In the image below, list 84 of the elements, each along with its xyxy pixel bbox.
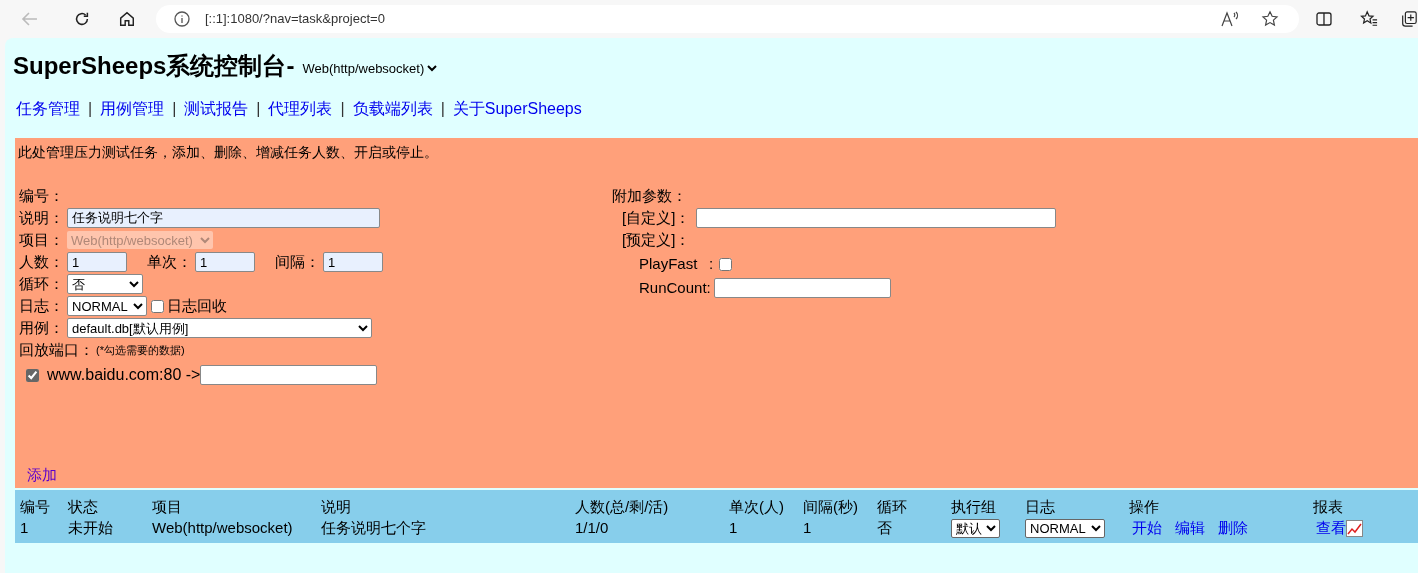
field-label: 人数： (19, 251, 65, 272)
column-header: 人数(总/剩/活) (575, 497, 670, 517)
address-text: [::1]:1080/?nav=task&project=0 (204, 10, 385, 29)
favorites-icon[interactable] (1360, 10, 1378, 28)
action-link[interactable]: 开始 (1132, 516, 1162, 540)
nav-link[interactable]: 任务管理 (16, 97, 80, 121)
column-header: 循环 (877, 497, 908, 517)
param-separator: : (709, 253, 714, 274)
collections-icon[interactable] (1400, 10, 1418, 28)
info-icon[interactable] (173, 11, 190, 27)
port-field[interactable] (200, 365, 378, 385)
star-icon[interactable] (1261, 10, 1280, 28)
column-header: 说明 (321, 497, 352, 517)
nav-separator: | (256, 99, 261, 119)
chart-icon[interactable] (1346, 519, 1363, 537)
project-select[interactable]: Web(http/websocket) (298, 60, 441, 77)
number-field[interactable]: 1 (195, 252, 255, 272)
group-select[interactable]: 默认 (951, 518, 1000, 538)
field-label: 说明： (19, 207, 65, 228)
log-select[interactable]: NORMAL (1025, 518, 1105, 538)
field-label: 用例： (19, 317, 65, 338)
param-label: RunCount (639, 277, 707, 298)
nav-separator: | (440, 99, 445, 119)
case-select[interactable]: default.db[默认用例] (67, 318, 372, 338)
param-field[interactable] (713, 278, 891, 298)
description-field[interactable]: 任务说明七个字 (67, 208, 380, 228)
table-cell-text: 否 (877, 517, 893, 538)
column-header: 执行组 (951, 497, 997, 517)
table-cell-text: 1 (729, 517, 739, 538)
param-label: PlayFast (639, 253, 699, 274)
action-link[interactable]: 编辑 (1175, 516, 1205, 540)
log-select[interactable]: NORMAL (67, 296, 147, 316)
table-cell-text: 1 (20, 517, 30, 538)
number-field[interactable]: 1 (67, 252, 127, 272)
hint-text: (*勾选需要的数据) (96, 342, 185, 358)
field-label: 间隔： (275, 251, 321, 272)
param-separator: : (706, 277, 711, 298)
port-checkbox[interactable] (26, 368, 39, 382)
report-link[interactable]: 查看 (1316, 516, 1346, 540)
log-recycle-checkbox[interactable] (151, 299, 164, 313)
column-header: 报表 (1313, 497, 1344, 517)
field-label: 回放端口： (19, 339, 94, 360)
column-header: 间隔(秒) (803, 497, 859, 517)
custom-param-field[interactable] (696, 208, 1056, 228)
nav-separator: | (88, 99, 93, 119)
field-label: 编号： (19, 185, 65, 206)
field-label: [自定义]： (622, 207, 692, 228)
field-label: 循环： (19, 273, 65, 294)
table-cell-text: 1 (803, 517, 813, 538)
split-screen-icon[interactable] (1316, 11, 1333, 27)
field-label: 日志： (19, 295, 65, 316)
address-bar[interactable]: [::1]:1080/?nav=task&project=0 (155, 5, 1300, 33)
nav-link[interactable]: 负载端列表 (352, 97, 433, 121)
port-label: www.baidu.com:80 -> (47, 365, 201, 385)
field-label: 单次： (147, 251, 193, 272)
nav-link[interactable]: 用例管理 (100, 97, 165, 121)
page-title: SuperSheeps系统控制台- (13, 54, 295, 78)
action-link[interactable]: 删除 (1218, 516, 1248, 540)
field-label: 项目： (19, 229, 65, 250)
table-cell-text: 1/1/0 (575, 517, 610, 538)
add-link[interactable]: 添加 (27, 464, 57, 487)
read-aloud-icon[interactable] (1221, 11, 1240, 27)
nav-link[interactable]: 测试报告 (184, 97, 249, 121)
number-field[interactable]: 1 (323, 252, 383, 272)
nav-separator: | (172, 99, 177, 119)
param-checkbox[interactable] (719, 257, 733, 271)
field-label: [预定义]： (622, 229, 691, 250)
column-header: 操作 (1129, 497, 1160, 517)
column-header: 单次(人) (729, 497, 785, 517)
column-header: 状态 (68, 497, 99, 517)
column-header: 日志 (1025, 497, 1056, 517)
home-icon[interactable] (117, 10, 136, 28)
table-cell-text: Web(http/websocket) (152, 517, 294, 538)
table-cell-text: 未开始 (68, 517, 114, 538)
column-header: 项目 (152, 497, 183, 517)
checkbox-label: 日志回收 (167, 295, 227, 316)
nav-link[interactable]: 代理列表 (268, 97, 333, 121)
loop-select[interactable]: 否 (67, 274, 143, 294)
table-cell-text: 任务说明七个字 (321, 517, 427, 538)
column-header: 编号 (20, 497, 51, 517)
nav-separator: | (340, 99, 345, 119)
field-label: 附加参数： (612, 185, 687, 206)
nav-link[interactable]: 关于SuperSheeps (452, 97, 582, 121)
intro-text: 此处管理压力测试任务，添加、删除、增减任务人数、开启或停止。 (18, 143, 438, 162)
